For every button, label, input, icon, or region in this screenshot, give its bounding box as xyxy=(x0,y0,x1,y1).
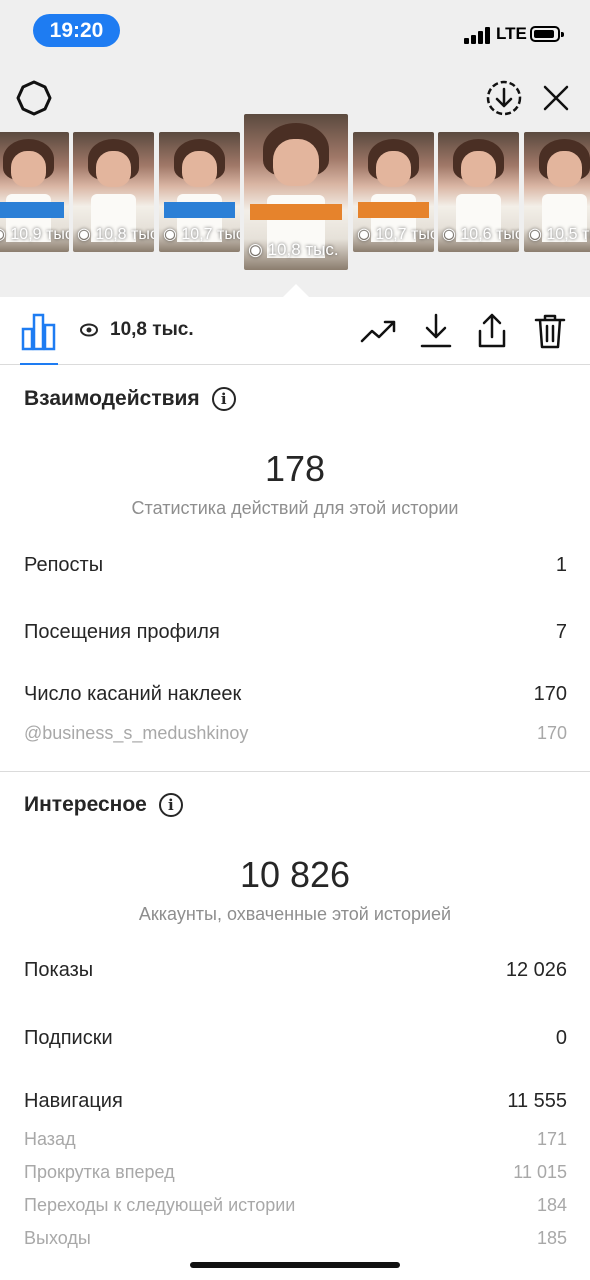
stat-label: Показы xyxy=(24,959,94,981)
stat-row-reposts: Репосты 1 xyxy=(24,554,567,577)
stat-label: Число касаний наклеек xyxy=(24,683,242,705)
stat-label: Переходы к следующей истории xyxy=(24,1195,296,1215)
promote-trend-icon[interactable] xyxy=(359,311,399,351)
story-thumbnail-strip: ◉ 10,9 тыс ◉ 10,8 тыс ◉ 10,7 тыс ◉ 10,8 … xyxy=(0,114,590,274)
stat-row-follows: Подписки 0 xyxy=(24,1027,567,1050)
section-divider xyxy=(0,771,590,772)
discovery-total: 10 826 xyxy=(239,854,351,895)
story-thumbnail-selected[interactable]: ◉ 10,8 тыс. xyxy=(244,114,348,270)
stat-value: 11 555 xyxy=(507,1090,567,1112)
settings-icon xyxy=(16,80,52,116)
status-bar: 19:20 LTE xyxy=(0,0,590,60)
story-tools-row: 10,8 тыс. xyxy=(0,297,590,365)
insights-tab-icon[interactable] xyxy=(20,311,58,351)
network-label: LTE xyxy=(496,24,527,43)
share-icon[interactable] xyxy=(472,311,512,351)
stat-value: 11 015 xyxy=(513,1162,567,1182)
stat-subrow-forward: Прокрутка вперед 11 015 xyxy=(24,1162,567,1183)
thumbnail-views: ◉ 10,8 тыс xyxy=(77,226,154,243)
story-thumbnail[interactable]: ◉ 10,7 тыс xyxy=(353,132,434,252)
stat-value: 170 xyxy=(536,723,567,743)
thumbnail-views: ◉ 10,7 тыс xyxy=(357,226,434,243)
story-thumbnail[interactable]: ◉ 10,7 тыс xyxy=(159,132,240,252)
home-indicator[interactable] xyxy=(190,1262,400,1268)
stat-label: @business_s_medushkinoy xyxy=(24,723,249,743)
battery-icon xyxy=(530,26,564,42)
interactions-subtitle: Статистика действий для этой истории xyxy=(131,498,459,518)
signal-icon xyxy=(464,26,492,44)
stat-value: 1 xyxy=(555,554,567,576)
stat-label: Выходы xyxy=(24,1228,91,1248)
stat-value: 184 xyxy=(536,1195,567,1215)
thumbnail-views: ◉ 10,7 тыс xyxy=(163,226,240,243)
stat-label: Подписки xyxy=(24,1027,113,1049)
story-preview-area: 19:20 LTE ◉ 10,9 тыс ◉ 10,8 тыс xyxy=(0,0,590,298)
views-summary: 10,8 тыс. xyxy=(80,319,194,341)
stat-value: 185 xyxy=(536,1228,567,1248)
stat-label: Навигация xyxy=(24,1090,123,1112)
stat-subrow-back: Назад 171 xyxy=(24,1129,567,1150)
stat-subrow-exits: Выходы 185 xyxy=(24,1228,567,1249)
info-icon[interactable]: i xyxy=(211,387,236,411)
stat-row-sticker-taps: Число касаний наклеек 170 xyxy=(24,683,567,706)
views-count: 10,8 тыс. xyxy=(110,319,194,340)
status-time[interactable]: 19:20 xyxy=(33,14,120,47)
stat-value: 7 xyxy=(555,621,567,643)
thumbnail-views: ◉ 10,6 тыс xyxy=(442,226,519,243)
stat-subrow-next-story: Переходы к следующей истории 184 xyxy=(24,1195,567,1216)
discovery-title-text: Интересное xyxy=(24,793,147,816)
stat-value: 171 xyxy=(536,1129,567,1149)
thumbnail-views: ◉ 10,8 тыс. xyxy=(248,240,339,259)
close-icon xyxy=(543,85,569,111)
story-thumbnail[interactable]: ◉ 10,9 тыс xyxy=(0,132,69,252)
stat-row-profile-visits: Посещения профиля 7 xyxy=(24,621,567,644)
story-thumbnail[interactable]: ◉ 10,6 тыс xyxy=(438,132,519,252)
download-icon[interactable] xyxy=(416,311,456,351)
story-thumbnail[interactable]: ◉ 10,8 тыс xyxy=(73,132,154,252)
thumbnail-views: ◉ 10,9 тыс xyxy=(0,226,69,243)
stat-label: Назад xyxy=(24,1129,76,1149)
download-circle-icon xyxy=(486,80,522,116)
selected-pointer-icon xyxy=(282,284,310,298)
stat-value: 170 xyxy=(533,683,567,705)
thumbnail-views: ◉ 10,5 тыс xyxy=(528,226,590,243)
stat-row-impressions: Показы 12 026 xyxy=(24,959,567,982)
eye-icon xyxy=(80,323,98,337)
stat-subrow-mention: @business_s_medushkinoy 170 xyxy=(24,723,567,744)
info-icon[interactable]: i xyxy=(158,793,183,817)
stat-label: Прокрутка вперед xyxy=(24,1162,175,1182)
story-thumbnail[interactable]: ◉ 10,5 тыс xyxy=(524,132,590,252)
discovery-subtitle: Аккаунты, охваченные этой историей xyxy=(138,904,452,924)
delete-icon[interactable] xyxy=(530,311,570,351)
interactions-total: 178 xyxy=(264,448,326,489)
stat-label: Посещения профиля xyxy=(24,621,220,643)
interactions-title: Взаимодействия i xyxy=(24,387,236,411)
stat-row-navigation: Навигация 11 555 xyxy=(24,1090,567,1113)
discovery-title: Интересное i xyxy=(24,793,183,817)
stat-value: 12 026 xyxy=(505,959,567,981)
interactions-title-text: Взаимодействия xyxy=(24,387,200,410)
stat-label: Репосты xyxy=(24,554,104,576)
active-tab-underline xyxy=(20,363,58,365)
stat-value: 0 xyxy=(555,1027,567,1049)
